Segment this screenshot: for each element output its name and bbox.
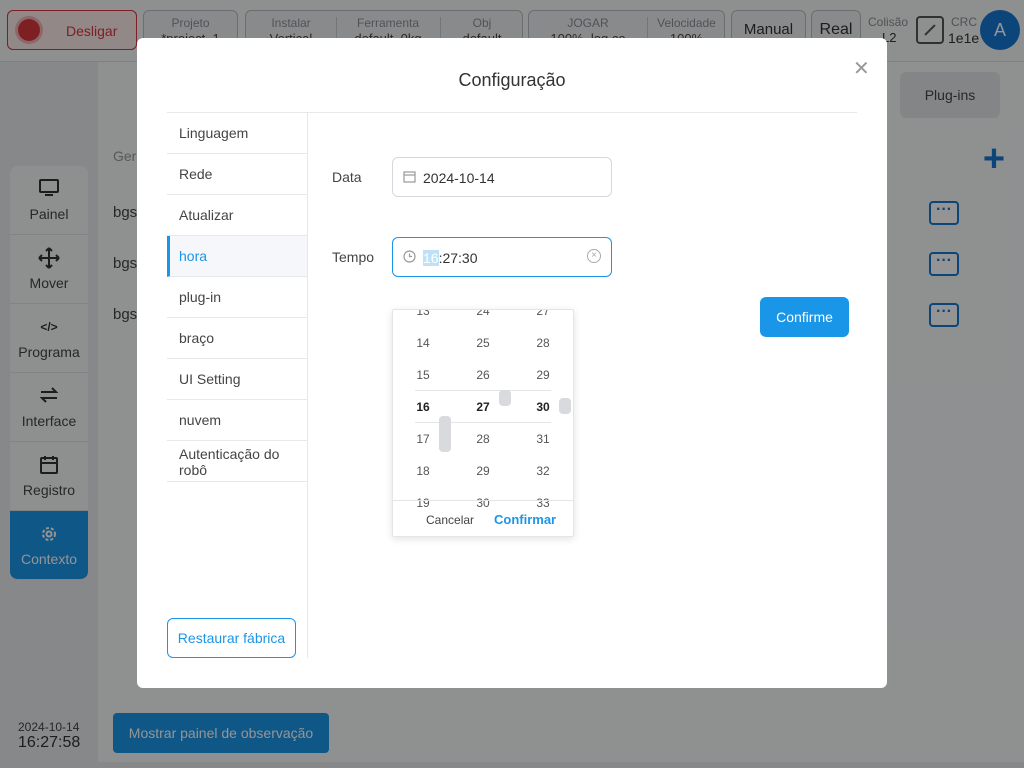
confirm-button[interactable]: Confirme (760, 297, 849, 337)
minute-scrollbar[interactable] (499, 390, 511, 406)
picker-cancel-button[interactable]: Cancelar (426, 513, 474, 527)
nav-item-arm[interactable]: braço (167, 318, 307, 359)
nav-item-plugin[interactable]: plug-in (167, 277, 307, 318)
second-scrollbar[interactable] (559, 398, 571, 414)
second-option[interactable]: 29 (513, 359, 573, 391)
time-input[interactable]: 16:27:30 × (392, 237, 612, 277)
clock-icon (403, 250, 417, 264)
date-input[interactable]: 2024-10-14 (392, 157, 612, 197)
dialog-title: Configuração (458, 70, 566, 90)
factory-reset-button[interactable]: Restaurar fábrica (167, 618, 296, 658)
second-option[interactable]: 31 (513, 423, 573, 455)
minute-option[interactable]: 25 (453, 327, 513, 359)
minute-option[interactable]: 24 (453, 310, 513, 327)
hour-option[interactable]: 14 (393, 327, 453, 359)
hour-option[interactable]: 13 (393, 310, 453, 327)
picker-footer: Cancelar Confirmar (393, 500, 573, 536)
date-label: Data (332, 169, 362, 185)
nav-item-ui-setting[interactable]: UI Setting (167, 359, 307, 400)
picker-confirm-button[interactable]: Confirmar (494, 512, 556, 527)
minute-option[interactable]: 26 (453, 359, 513, 391)
second-option[interactable]: 32 (513, 455, 573, 487)
close-icon[interactable]: ✕ (853, 56, 870, 81)
time-label: Tempo (332, 249, 375, 265)
hour-option[interactable]: 15 (393, 359, 453, 391)
nav-item-time[interactable]: hora (167, 236, 307, 277)
minute-option[interactable]: 28 (453, 423, 513, 455)
time-picker-panel: 13 14 15 16 17 18 19 24 25 26 27 28 29 3… (392, 309, 574, 537)
hour-option[interactable]: 18 (393, 455, 453, 487)
nav-item-robot-auth[interactable]: Autenticação do robô (167, 441, 307, 482)
selection-line (415, 390, 551, 391)
nav-item-cloud[interactable]: nuvem (167, 400, 307, 441)
nav-item-update[interactable]: Atualizar (167, 195, 307, 236)
nav-item-language[interactable]: Linguagem (167, 113, 307, 154)
nav-item-network[interactable]: Rede (167, 154, 307, 195)
selection-line (415, 422, 551, 423)
second-option[interactable]: 27 (513, 310, 573, 327)
settings-dialog: Configuração ✕ Linguagem Rede Atualizar … (137, 38, 887, 688)
hour-scrollbar[interactable] (439, 416, 451, 452)
second-option[interactable]: 28 (513, 327, 573, 359)
minute-option[interactable]: 29 (453, 455, 513, 487)
calendar-icon (403, 170, 417, 184)
settings-nav: Linguagem Rede Atualizar hora plug-in br… (167, 113, 308, 658)
hour-column[interactable]: 13 14 15 16 17 18 19 (393, 310, 453, 510)
clear-icon[interactable]: × (587, 249, 601, 263)
